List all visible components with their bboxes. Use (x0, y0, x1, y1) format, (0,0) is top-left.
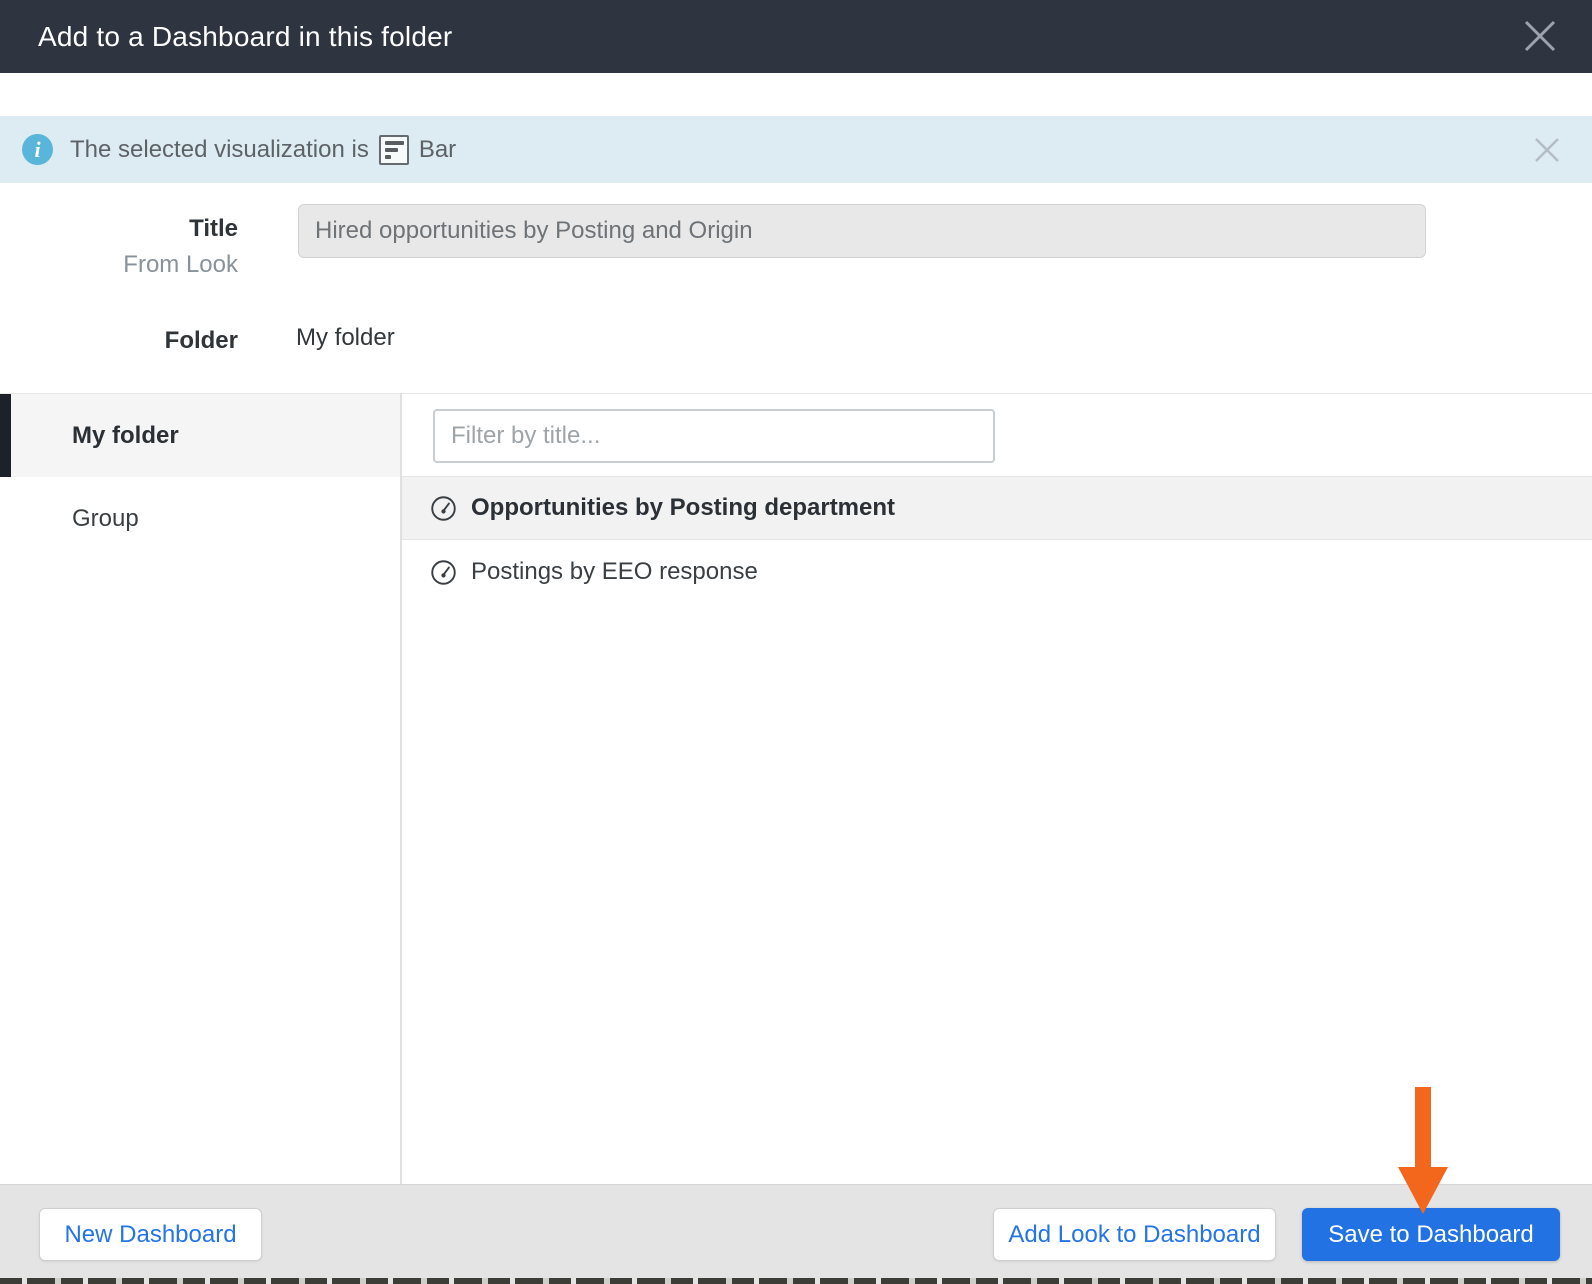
banner-text-prefix: The selected visualization is (70, 136, 369, 164)
filter-by-title-input[interactable] (433, 409, 995, 463)
banner-message: The selected visualization is Bar (70, 116, 456, 183)
dashboard-list-item[interactable]: Opportunities by Posting department (402, 476, 1592, 540)
dashboard-list-item[interactable]: Postings by EEO response (402, 540, 1592, 604)
sidebar-item-label: My folder (72, 422, 179, 450)
dashboard-item-label: Opportunities by Posting department (471, 494, 895, 522)
modal-title: Add to a Dashboard in this folder (38, 0, 452, 73)
folder-label: Folder (0, 327, 238, 355)
save-to-dashboard-button[interactable]: Save to Dashboard (1302, 1208, 1560, 1261)
modal-header: Add to a Dashboard in this folder (0, 0, 1592, 73)
sidebar-item-label: Group (72, 505, 139, 533)
dashboard-item-label: Postings by EEO response (471, 558, 758, 586)
modal-footer: New Dashboard Add Look to Dashboard Save… (0, 1184, 1592, 1284)
title-input[interactable] (298, 204, 1426, 258)
info-banner: i The selected visualization is Bar (0, 116, 1592, 183)
banner-close-icon[interactable] (1533, 136, 1561, 164)
add-look-to-dashboard-button[interactable]: Add Look to Dashboard (993, 1208, 1276, 1261)
gauge-dashboard-icon (430, 495, 457, 522)
info-icon: i (22, 134, 53, 165)
close-icon[interactable] (1521, 17, 1559, 55)
add-to-dashboard-modal: Add to a Dashboard in this folder i The … (0, 0, 1592, 1284)
sidebar-item-my-folder[interactable]: My folder (0, 394, 400, 477)
bar-chart-icon (379, 135, 409, 165)
new-dashboard-button[interactable]: New Dashboard (39, 1208, 262, 1261)
selected-indicator-bar (0, 394, 11, 477)
title-label: Title (0, 215, 238, 243)
torn-edge-decoration (0, 1278, 1592, 1284)
from-look-sublabel: From Look (0, 251, 238, 279)
folder-value: My folder (296, 324, 395, 352)
gauge-dashboard-icon (430, 559, 457, 586)
viz-type-label: Bar (419, 136, 456, 164)
sidebar-item-group[interactable]: Group (0, 477, 400, 560)
